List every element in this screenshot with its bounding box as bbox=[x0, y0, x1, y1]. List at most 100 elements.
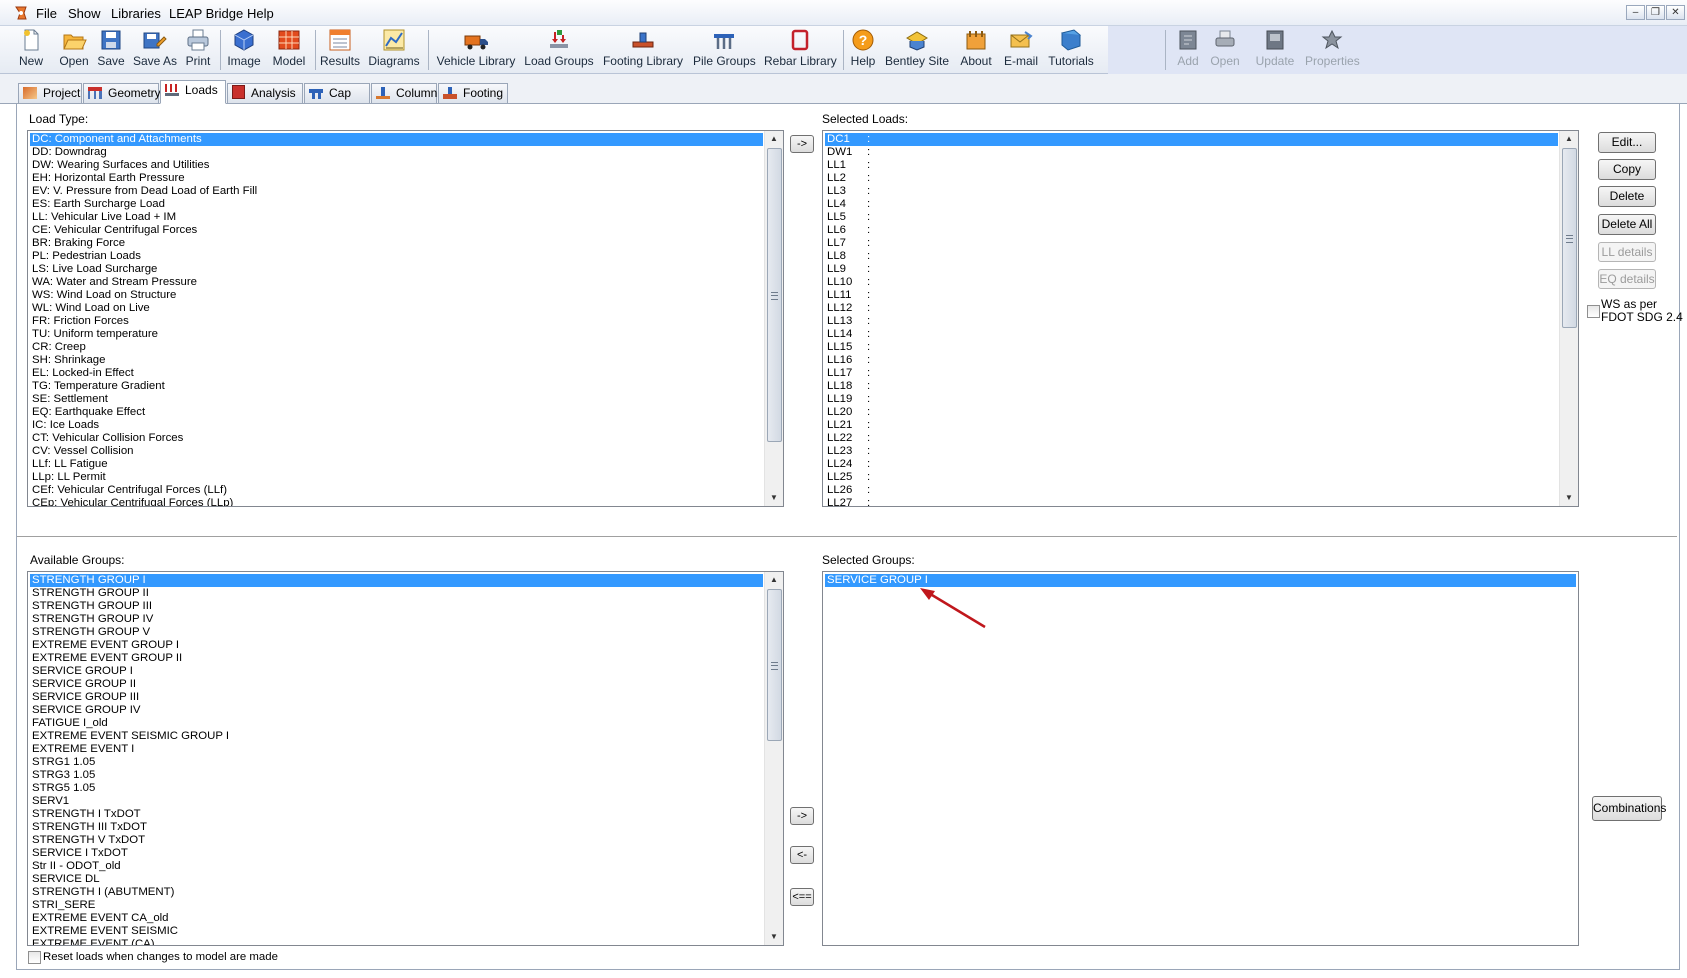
update-button[interactable]: Update bbox=[1255, 28, 1295, 68]
results-button[interactable]: Results bbox=[320, 28, 360, 68]
minimize-button[interactable]: – bbox=[1626, 5, 1645, 20]
remove-group-button[interactable]: <- bbox=[790, 846, 814, 864]
available-group-item[interactable]: STRG5 1.05 bbox=[30, 782, 763, 795]
selected-load-item[interactable]: LL26: bbox=[825, 484, 1558, 497]
available-group-item[interactable]: SERVICE GROUP IV bbox=[30, 704, 763, 717]
selected-loads-scrollbar[interactable]: ▲ ▼ bbox=[1559, 131, 1578, 506]
selected-load-item[interactable]: LL6: bbox=[825, 224, 1558, 237]
selected-load-item[interactable]: LL8: bbox=[825, 250, 1558, 263]
vehicle-library-button[interactable]: Vehicle Library bbox=[436, 28, 516, 68]
selected-load-item[interactable]: LL3: bbox=[825, 185, 1558, 198]
selected-load-item[interactable]: LL12: bbox=[825, 302, 1558, 315]
remove-all-groups-button[interactable]: <== bbox=[790, 888, 814, 906]
load-type-item[interactable]: IC: Ice Loads bbox=[30, 419, 763, 432]
available-group-item[interactable]: EXTREME EVENT SEISMIC bbox=[30, 925, 763, 938]
about-button[interactable]: About bbox=[958, 28, 994, 68]
load-type-item[interactable]: CEf: Vehicular Centrifugal Forces (LLf) bbox=[30, 484, 763, 497]
available-group-item[interactable]: STRENGTH V TxDOT bbox=[30, 834, 763, 847]
load-type-item[interactable]: SH: Shrinkage bbox=[30, 354, 763, 367]
scroll-down-arrow-icon[interactable]: ▼ bbox=[765, 490, 783, 506]
add-group-button[interactable]: -> bbox=[790, 807, 814, 825]
load-groups-button[interactable]: Load Groups bbox=[524, 28, 594, 68]
available-group-item[interactable]: EXTREME EVENT (CA) bbox=[30, 938, 763, 945]
available-group-item[interactable]: STRENGTH GROUP III bbox=[30, 600, 763, 613]
close-button[interactable]: ✕ bbox=[1666, 5, 1685, 20]
available-group-item[interactable]: STRENGTH GROUP II bbox=[30, 587, 763, 600]
available-groups-scrollbar[interactable]: ▲ ▼ bbox=[764, 572, 783, 945]
available-group-item[interactable]: EXTREME EVENT GROUP I bbox=[30, 639, 763, 652]
open-secondary-button[interactable]: Open bbox=[1210, 28, 1240, 68]
load-type-item[interactable]: DW: Wearing Surfaces and Utilities bbox=[30, 159, 763, 172]
tab-analysis[interactable]: Analysis bbox=[227, 83, 303, 103]
selected-load-item[interactable]: LL24: bbox=[825, 458, 1558, 471]
combinations-button[interactable]: Combinations bbox=[1592, 796, 1666, 821]
selected-load-item[interactable]: LL27: bbox=[825, 497, 1558, 506]
load-type-scrollbar[interactable]: ▲ ▼ bbox=[764, 131, 783, 506]
selected-load-item[interactable]: LL5: bbox=[825, 211, 1558, 224]
load-type-item[interactable]: CT: Vehicular Collision Forces bbox=[30, 432, 763, 445]
tab-footing[interactable]: Footing bbox=[438, 83, 508, 103]
selected-load-item[interactable]: LL13: bbox=[825, 315, 1558, 328]
menu-libraries[interactable]: Libraries bbox=[111, 6, 161, 21]
save-button[interactable]: Save bbox=[97, 28, 125, 68]
available-group-item[interactable]: STRENGTH GROUP I bbox=[30, 574, 763, 587]
selected-load-item[interactable]: LL18: bbox=[825, 380, 1558, 393]
selected-load-item[interactable]: LL4: bbox=[825, 198, 1558, 211]
scroll-thumb[interactable] bbox=[767, 148, 782, 442]
eq-details-button[interactable]: EQ details bbox=[1598, 269, 1656, 289]
selected-load-item[interactable]: LL7: bbox=[825, 237, 1558, 250]
scroll-up-arrow-icon[interactable]: ▲ bbox=[765, 572, 783, 588]
menu-help[interactable]: Help bbox=[247, 6, 274, 21]
load-type-item[interactable]: ES: Earth Surcharge Load bbox=[30, 198, 763, 211]
load-type-item[interactable]: TG: Temperature Gradient bbox=[30, 380, 763, 393]
scroll-down-arrow-icon[interactable]: ▼ bbox=[1560, 490, 1578, 506]
bentley-site-button[interactable]: Bentley Site bbox=[884, 28, 950, 68]
help-button[interactable]: ? Help bbox=[849, 28, 877, 68]
load-type-item[interactable]: EL: Locked-in Effect bbox=[30, 367, 763, 380]
selected-load-item[interactable]: LL20: bbox=[825, 406, 1558, 419]
available-group-item[interactable]: SERVICE DL bbox=[30, 873, 763, 886]
diagrams-button[interactable]: Diagrams bbox=[368, 28, 420, 68]
load-type-item[interactable]: CV: Vessel Collision bbox=[30, 445, 763, 458]
image-button[interactable]: Image bbox=[226, 28, 262, 68]
email-button[interactable]: E-mail bbox=[1002, 28, 1040, 68]
selected-load-item[interactable]: DW1: bbox=[825, 146, 1558, 159]
load-type-item[interactable]: WL: Wind Load on Live bbox=[30, 302, 763, 315]
selected-load-item[interactable]: LL14: bbox=[825, 328, 1558, 341]
selected-load-item[interactable]: LL2: bbox=[825, 172, 1558, 185]
model-button[interactable]: Model bbox=[270, 28, 308, 68]
tab-geometry[interactable]: Geometry bbox=[83, 83, 161, 103]
add-load-button[interactable]: -> bbox=[790, 135, 814, 153]
load-type-item[interactable]: DC: Component and Attachments bbox=[30, 133, 763, 146]
add-button[interactable]: Add bbox=[1175, 28, 1201, 68]
selected-load-item[interactable]: LL17: bbox=[825, 367, 1558, 380]
load-type-item[interactable]: PL: Pedestrian Loads bbox=[30, 250, 763, 263]
scroll-thumb[interactable] bbox=[1562, 148, 1577, 328]
load-type-item[interactable]: EV: V. Pressure from Dead Load of Earth … bbox=[30, 185, 763, 198]
load-type-item[interactable]: SE: Settlement bbox=[30, 393, 763, 406]
selected-load-item[interactable]: LL21: bbox=[825, 419, 1558, 432]
load-type-item[interactable]: CR: Creep bbox=[30, 341, 763, 354]
load-type-item[interactable]: CEp: Vehicular Centrifugal Forces (LLp) bbox=[30, 497, 763, 506]
available-group-item[interactable]: SERVICE GROUP I bbox=[30, 665, 763, 678]
tab-project[interactable]: Project bbox=[18, 83, 82, 103]
available-group-item[interactable]: STRENGTH GROUP IV bbox=[30, 613, 763, 626]
available-group-item[interactable]: STRENGTH I (ABUTMENT) bbox=[30, 886, 763, 899]
available-group-item[interactable]: FATIGUE I_old bbox=[30, 717, 763, 730]
available-group-item[interactable]: STRENGTH GROUP V bbox=[30, 626, 763, 639]
pile-groups-button[interactable]: Pile Groups bbox=[693, 28, 756, 68]
selected-load-item[interactable]: LL9: bbox=[825, 263, 1558, 276]
ll-details-button[interactable]: LL details bbox=[1598, 242, 1656, 262]
load-type-item[interactable]: WA: Water and Stream Pressure bbox=[30, 276, 763, 289]
selected-load-item[interactable]: LL10: bbox=[825, 276, 1558, 289]
load-type-item[interactable]: DD: Downdrag bbox=[30, 146, 763, 159]
available-group-item[interactable]: STRENGTH III TxDOT bbox=[30, 821, 763, 834]
rebar-library-button[interactable]: Rebar Library bbox=[764, 28, 837, 68]
scroll-up-arrow-icon[interactable]: ▲ bbox=[1560, 131, 1578, 147]
delete-all-button[interactable]: Delete All bbox=[1598, 214, 1656, 235]
scroll-thumb[interactable] bbox=[767, 589, 782, 741]
available-group-item[interactable]: Str II - ODOT_old bbox=[30, 860, 763, 873]
edit-button[interactable]: Edit... bbox=[1598, 132, 1656, 153]
selected-loads-list[interactable]: DC1: DW1: LL1: LL2: LL3: LL4: LL5: LL6: LL7: LL8:… bbox=[822, 130, 1579, 507]
tutorials-button[interactable]: Tutorials bbox=[1047, 28, 1095, 68]
